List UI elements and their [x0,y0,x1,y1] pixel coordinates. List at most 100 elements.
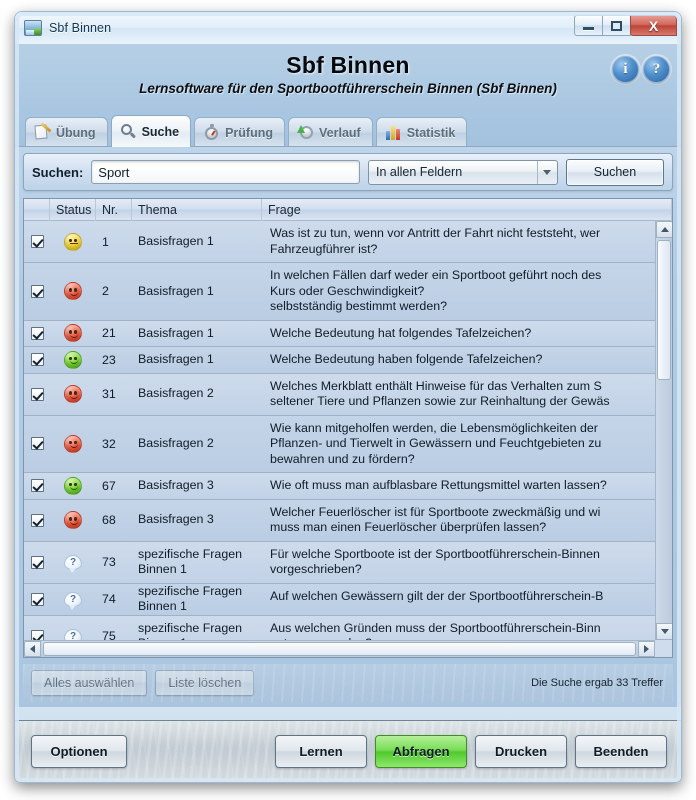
search-submit-button[interactable]: Suchen [566,158,664,186]
row-checkbox-cell[interactable] [24,221,50,262]
row-checkbox[interactable] [30,235,44,248]
row-checkbox[interactable] [30,326,44,340]
question-bubble-icon: ? [64,628,82,640]
select-all-button[interactable]: Alles auswählen [31,670,148,696]
row-thema: Basisfragen 2 [138,436,214,450]
table-row[interactable]: 1 Basisfragen 1 Was ist zu tun, wenn vor A… [24,221,655,263]
tab-suche[interactable]: Suche [110,115,192,147]
vertical-scrollbar[interactable] [655,221,672,640]
help-icon[interactable]: ? [643,56,670,83]
row-checkbox-cell[interactable] [24,374,50,415]
row-checkbox[interactable] [30,513,44,527]
row-checkbox[interactable] [30,284,44,298]
row-status-cell [50,500,96,541]
sad-face-icon [64,511,82,529]
column-header-frage[interactable]: Frage [262,199,672,221]
search-scope-value: In allen Feldern [376,165,463,179]
chevron-down-icon[interactable] [537,160,556,184]
row-checkbox[interactable] [30,479,44,493]
table-row[interactable]: ? 75 spezifische Fragen Binnen 1 Aus welche… [24,615,655,640]
question-bubble-icon: ? [64,554,82,573]
row-checkbox-cell[interactable] [24,321,50,347]
horizontal-scrollbar[interactable] [24,640,655,657]
close-button[interactable]: X [630,15,677,36]
info-icon[interactable]: i [612,56,639,83]
row-checkbox-cell[interactable] [24,616,50,640]
search-input[interactable] [91,160,360,184]
table-row[interactable]: ? 73 spezifische Fragen Binnen 1 Für welche… [24,541,655,584]
row-status-cell [50,321,96,347]
row-checkbox[interactable] [30,592,44,606]
row-status-cell [50,263,96,320]
scroll-up-icon[interactable] [656,221,672,238]
row-thema: Basisfragen 2 [138,386,214,401]
row-status-cell [50,374,96,415]
search-label: Suchen: [32,164,84,180]
tab-verlauf[interactable]: Verlauf [288,117,373,147]
row-thema: Basisfragen 3 [138,512,214,527]
row-checkbox-cell[interactable] [24,542,50,583]
column-header-thema[interactable]: Thema [132,199,262,221]
scroll-down-icon[interactable] [656,623,672,640]
column-header-checkbox[interactable] [24,199,50,221]
exit-button[interactable]: Beenden [575,735,667,768]
vertical-scrollbar-thumb[interactable] [657,240,671,380]
print-button[interactable]: Drucken [475,735,567,768]
maximize-button[interactable] [602,15,631,36]
row-frage: Welche Bedeutung hat folgendes Tafelzeic… [270,325,532,340]
tab-label: Übung [56,125,96,140]
row-checkbox[interactable] [30,629,44,640]
row-status-cell: ? [50,584,96,615]
bottom-left-group: Optionen [15,735,127,768]
row-checkbox-cell[interactable] [24,473,50,499]
neutral-face-icon [64,232,82,251]
quiz-button[interactable]: Abfragen [375,735,467,768]
row-checkbox-cell[interactable] [24,263,50,320]
row-checkbox-cell[interactable] [24,500,50,541]
scroll-left-icon[interactable] [24,641,41,657]
table-row[interactable]: ? 74 spezifische Fragen Binnen 1 Auf welche… [24,583,655,616]
question-bubble-icon: ? [64,591,82,610]
window-controls: X [574,15,677,36]
scroll-right-icon[interactable] [638,641,655,657]
bottom-bar: Optionen Lernen Abfragen Drucken Beenden [15,720,681,782]
row-checkbox-cell[interactable] [24,347,50,373]
column-header-nr[interactable]: Nr. [96,199,132,221]
tab-statistik[interactable]: Statistik [375,117,468,147]
row-status-cell [50,221,96,262]
options-button[interactable]: Optionen [31,735,127,768]
row-checkbox[interactable] [30,353,44,367]
table-row[interactable]: 2 Basisfragen 1 In welchen Fällen darf wed… [24,263,655,321]
title-bar: Sbf Binnen X [15,12,681,45]
table-row[interactable]: 67 Basisfragen 3 Wie oft muss man aufblasb… [24,473,655,500]
table-row[interactable]: 68 Basisfragen 3 Welcher Feuerlöscher ist … [24,499,655,542]
table-row[interactable]: 21 Basisfragen 1 Welche Bedeutung hat folg… [24,320,655,347]
row-checkbox-cell[interactable] [24,584,50,615]
row-checkbox-cell[interactable] [24,416,50,473]
horizontal-scrollbar-thumb[interactable] [43,642,636,656]
application-window: Sbf Binnen X Sbf Binnen Lernsoftware für… [14,11,682,783]
bar-chart-icon [385,124,402,141]
table-row[interactable]: 32 Basisfragen 2 Wie kann mitgeholfen werd… [24,415,655,473]
row-frage: Welcher Feuerlöscher ist für Sportboote … [270,504,601,535]
table-row[interactable]: 23 Basisfragen 1 Welche Bedeutung haben fo… [24,347,655,374]
row-nr: 75 [102,629,116,640]
row-thema: Basisfragen 1 [138,352,214,366]
minimize-button[interactable] [574,15,603,36]
tab-pruefung[interactable]: Prüfung [194,117,286,147]
row-checkbox[interactable] [30,387,44,401]
tab-uebung[interactable]: Übung [25,117,108,147]
learn-button[interactable]: Lernen [275,735,367,768]
row-checkbox[interactable] [30,555,44,569]
row-nr: 2 [102,284,109,299]
boat-app-icon [24,20,42,36]
search-scope-select[interactable]: In allen Feldern [368,159,558,185]
tab-label: Prüfung [225,125,274,140]
tab-label: Suche [141,124,180,139]
table-row[interactable]: 31 Basisfragen 2 Welches Merkblatt enthält… [24,373,655,416]
clear-list-button[interactable]: Liste löschen [155,670,255,696]
column-header-status[interactable]: Status [50,199,96,221]
row-thema: Basisfragen 1 [138,283,214,298]
search-hits-text: Die Suche ergab 33 Treffer [531,677,663,689]
row-checkbox[interactable] [30,437,44,451]
